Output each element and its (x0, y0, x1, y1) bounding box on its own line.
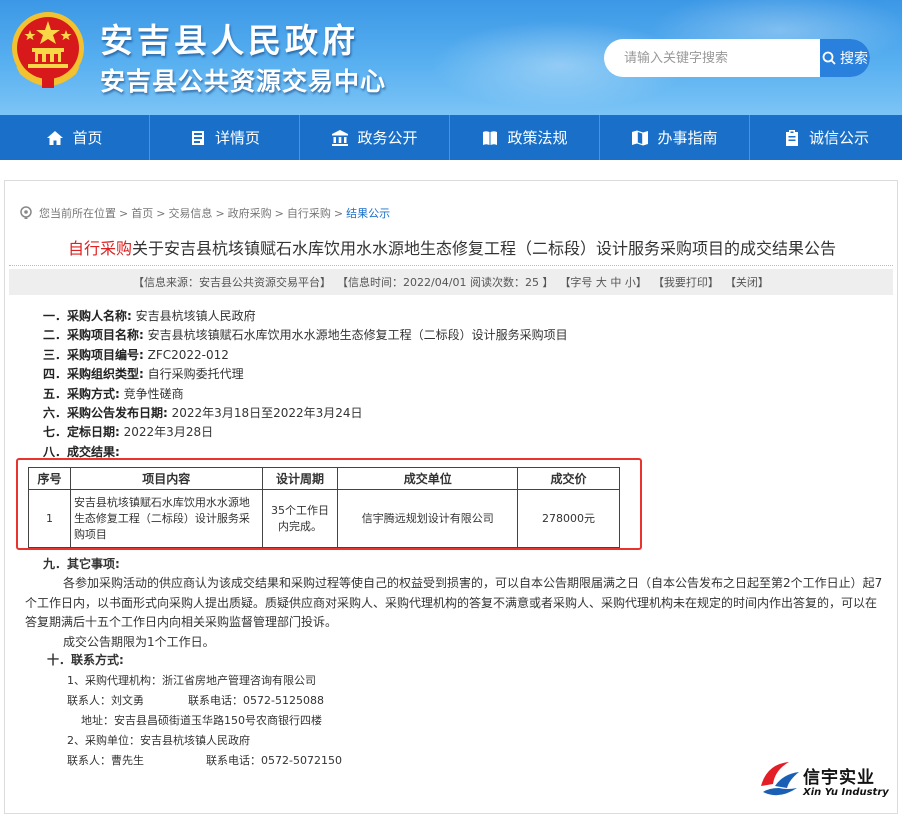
buyer-phone: 联系电话：0572-5072150 (206, 754, 342, 767)
building-icon (332, 129, 349, 146)
result-table: 序号 项目内容 设计周期 成交单位 成交价 1 安吉县杭垓镇赋石水库饮用水水源地… (28, 467, 620, 548)
location-pin-icon (20, 206, 32, 219)
cell-content: 安吉县杭垓镇赋石水库饮用水水源地生态修复工程（二标段）设计服务采购项目 (69, 489, 263, 548)
section9-label: 九．其它事项: (43, 557, 120, 571)
national-emblem-icon (12, 12, 84, 88)
cell-no: 1 (28, 489, 71, 548)
nav-item-details[interactable]: 详情页 (150, 115, 300, 160)
item-row: 七．定标日期: 2022年3月28日 (43, 425, 214, 440)
print-link[interactable]: 【我要打印】 (653, 274, 719, 290)
result-table-highlight: 序号 项目内容 设计周期 成交单位 成交价 1 安吉县杭垓镇赋石水库饮用水水源地… (16, 458, 642, 550)
cell-winner: 信宇腾远规划设计有限公司 (337, 489, 519, 548)
contact-info: 十．联系方式: 1、采购代理机构：浙江省房地产管理咨询有限公司 联系人：刘文勇联… (47, 650, 342, 771)
search-button[interactable]: 搜索 (820, 39, 870, 77)
item-row: 五．采购方式: 竞争性磋商 (43, 386, 184, 401)
nav-label-policies: 政策法规 (507, 129, 568, 147)
article-container: 您当前所在位置 > 首页 > 交易信息 > 政府采购 > 自行采购 > 结果公示… (4, 180, 898, 814)
item-row: 二．采购项目名称: 安吉县杭垓镇赋石水库饮用水水源地生态修复工程（二标段）设计服… (43, 328, 568, 343)
breadcrumb-item[interactable]: 自行采购 (287, 205, 331, 221)
nav-item-credit[interactable]: 诚信公示 (750, 115, 902, 160)
agency-phone: 联系电话：0572-5125088 (188, 694, 324, 707)
logo-text-cn: 信宇实业 (803, 768, 875, 788)
nav-label-service-guide: 办事指南 (657, 129, 718, 147)
nav-label-government-affairs: 政务公开 (357, 129, 418, 147)
nav-label-credit: 诚信公示 (808, 129, 869, 147)
breadcrumb-item[interactable]: 交易信息 (168, 205, 212, 221)
section9-paragraph: 各参加采购活动的供应商认为该成交结果和采购过程等使自己的权益受到损害的，可以自本… (25, 576, 883, 630)
breadcrumb-item[interactable]: 首页 (131, 205, 153, 221)
xinyu-logo-icon (761, 762, 799, 796)
list-icon (191, 130, 204, 145)
other-matters: 九．其它事项: 各参加采购活动的供应商认为该成交结果和采购过程等使自己的权益受到… (25, 555, 885, 652)
center-title: 安吉县公共资源交易中心 (100, 67, 387, 96)
search-icon (822, 51, 836, 65)
xinyu-logo: 信宇实业 Xin Yu Industry (757, 756, 897, 806)
article-title-tag: 自行采购 (67, 239, 132, 258)
agency-address: 地址：安吉县昌硕街道玉华路150号农商银行四楼 (81, 714, 322, 727)
article-title-text: 关于安吉县杭垓镇赋石水库饮用水水源地生态修复工程（二标段）设计服务采购项目的成交… (132, 239, 837, 258)
table-header-row: 序号 项目内容 设计周期 成交单位 成交价 (28, 467, 620, 490)
nav-label-details: 详情页 (214, 129, 260, 147)
main-nav: 首页 详情页 政务公开 政策法规 办事指南 诚信公示 (0, 115, 902, 160)
title-divider (9, 265, 893, 266)
map-icon (632, 130, 649, 145)
section10-label: 十．联系方式: (47, 653, 124, 667)
search-input[interactable] (604, 39, 818, 77)
nav-item-policies[interactable]: 政策法规 (450, 115, 600, 160)
search-button-label: 搜索 (840, 51, 868, 67)
article-title: 自行采购关于安吉县杭垓镇赋石水库饮用水水源地生态修复工程（二标段）设计服务采购项… (5, 235, 899, 259)
header-cell: 序号 (28, 467, 71, 490)
agency-name: 1、采购代理机构：浙江省房地产管理咨询有限公司 (67, 674, 316, 687)
cell-period: 35个工作日内完成。 (261, 489, 339, 548)
section9-term: 成交公告期限为1个工作日。 (63, 634, 215, 649)
nav-item-home[interactable]: 首页 (0, 115, 150, 160)
item-row: 四．采购组织类型: 自行采购委托代理 (43, 367, 244, 382)
header-cell: 项目内容 (69, 467, 263, 490)
table-row: 1 安吉县杭垓镇赋石水库饮用水水源地生态修复工程（二标段）设计服务采购项目 35… (28, 489, 620, 548)
close-link[interactable]: 【关闭】 (725, 274, 769, 290)
nav-label-home: 首页 (72, 129, 103, 147)
book-icon (483, 130, 498, 145)
breadcrumb-item[interactable]: 政府采购 (228, 205, 272, 221)
cell-price: 278000元 (517, 489, 620, 548)
announcement-items: 一．采购人名称: 安吉县杭垓镇人民政府 二．采购项目名称: 安吉县杭垓镇赋石水库… (43, 307, 568, 462)
item-row: 三．采购项目编号: ZFC2022-012 (43, 347, 229, 362)
agency-contact: 联系人：刘文勇 (67, 694, 144, 707)
item-row: 六．采购公告发布日期: 2022年3月18日至2022年3月24日 (43, 406, 363, 421)
breadcrumb-prefix: 您当前所在位置 (39, 207, 116, 220)
header-cell: 成交价 (517, 467, 620, 490)
font-size-control[interactable]: 【字号 大 中 小】 (559, 274, 647, 290)
government-title: 安吉县人民政府 (100, 21, 359, 60)
logo-text-en: Xin Yu Industry (803, 787, 889, 798)
clipboard-icon (785, 129, 798, 146)
nav-item-service-guide[interactable]: 办事指南 (600, 115, 750, 160)
header-cell: 成交单位 (337, 467, 519, 490)
buyer-contact: 联系人：曹先生 (67, 754, 144, 767)
breadcrumb-current[interactable]: 结果公示 (346, 205, 390, 221)
item-row: 一．采购人名称: 安吉县杭垓镇人民政府 (43, 309, 256, 323)
home-icon (47, 130, 64, 145)
header-cell: 设计周期 (261, 467, 339, 490)
breadcrumb: 您当前所在位置 > 首页 > 交易信息 > 政府采购 > 自行采购 > 结果公示 (19, 205, 390, 221)
article-info-bar: 【信息来源：安吉县公共资源交易平台】 【信息时间：2022/04/01 阅读次数… (9, 269, 893, 295)
nav-item-government-affairs[interactable]: 政务公开 (300, 115, 450, 160)
info-time: 【信息时间：2022/04/01 阅读次数：25 】 (337, 276, 554, 289)
buyer-name: 2、采购单位：安吉县杭垓镇人民政府 (67, 734, 250, 747)
info-source: 【信息来源：安吉县公共资源交易平台】 (133, 276, 332, 289)
site-header: 安吉县人民政府 安吉县公共资源交易中心 搜索 (0, 0, 902, 115)
